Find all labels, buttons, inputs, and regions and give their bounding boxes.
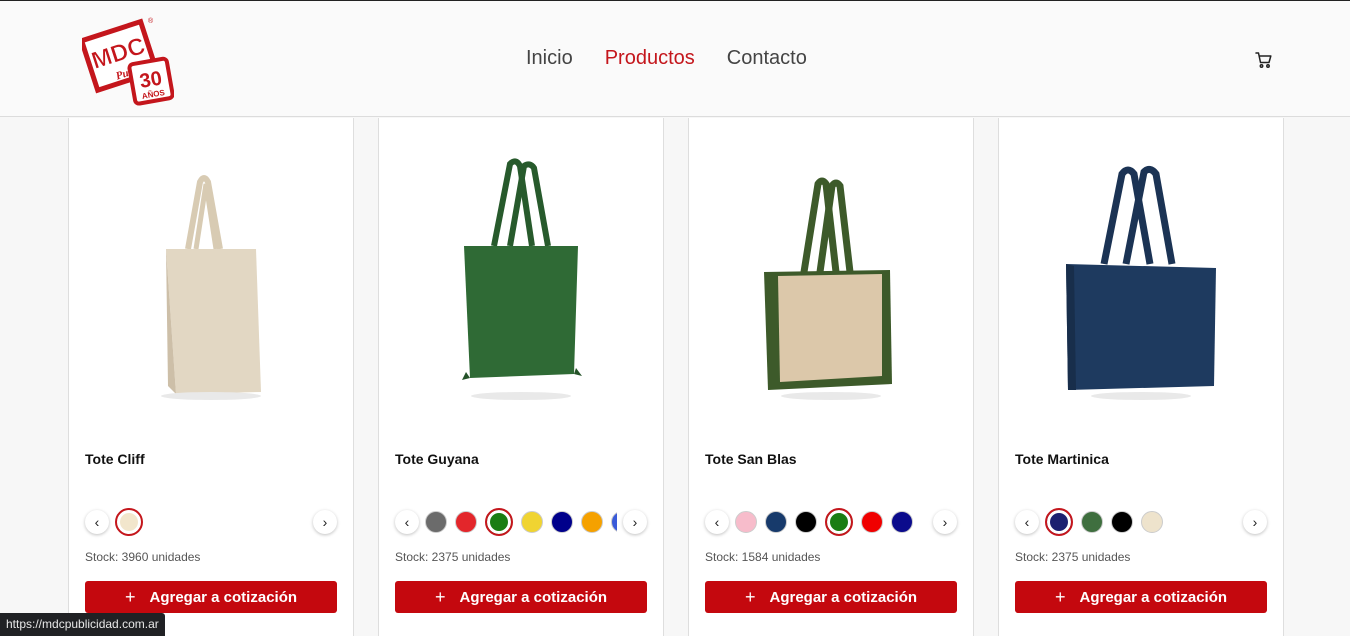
- product-image[interactable]: [69, 148, 353, 410]
- color-swatch[interactable]: [611, 511, 617, 533]
- nav-productos[interactable]: Productos: [605, 47, 695, 70]
- add-to-quote-button[interactable]: + Agregar a cotización: [1015, 581, 1267, 613]
- stock-text: Stock: 3960 unidades: [85, 550, 201, 564]
- color-swatches: [425, 508, 617, 536]
- plus-icon: +: [124, 586, 136, 607]
- add-to-quote-label: Agregar a cotización: [149, 588, 298, 606]
- product-image[interactable]: [379, 148, 663, 410]
- main-nav: Inicio Productos Contacto: [526, 47, 807, 70]
- color-swatches: [115, 508, 307, 536]
- product-card: Tote Martinica ‹ › Stock: 2375 unidades …: [998, 118, 1284, 636]
- product-card: Tote Cliff ‹ › Stock: 3960 unidades + Agr…: [68, 118, 354, 636]
- product-title[interactable]: Tote Martinica: [1015, 451, 1109, 467]
- color-swatch[interactable]: [1081, 511, 1103, 533]
- color-swatches: [1045, 508, 1237, 536]
- color-swatches: [735, 508, 927, 536]
- chevron-left-icon[interactable]: ‹: [1015, 510, 1039, 534]
- product-card: Tote San Blas ‹ › Stock: 1584 unidades +…: [688, 118, 974, 636]
- product-image[interactable]: [999, 148, 1283, 410]
- add-to-quote-label: Agregar a cotización: [459, 588, 608, 606]
- stock-text: Stock: 1584 unidades: [705, 550, 821, 564]
- cart-icon[interactable]: [1255, 51, 1273, 69]
- chevron-left-icon[interactable]: ‹: [85, 510, 109, 534]
- color-swatch[interactable]: [1111, 511, 1133, 533]
- stock-text: Stock: 2375 unidades: [395, 550, 511, 564]
- stock-text: Stock: 2375 unidades: [1015, 550, 1131, 564]
- color-swatch[interactable]: [425, 511, 447, 533]
- color-swatch[interactable]: [551, 511, 573, 533]
- add-to-quote-button[interactable]: + Agregar a cotización: [395, 581, 647, 613]
- color-swatch[interactable]: [795, 511, 817, 533]
- svg-text:®: ®: [148, 17, 154, 25]
- product-title[interactable]: Tote Cliff: [85, 451, 145, 467]
- color-swatch[interactable]: [891, 511, 913, 533]
- color-swatch[interactable]: [735, 511, 757, 533]
- color-swatch[interactable]: [485, 508, 513, 536]
- plus-icon: +: [434, 586, 446, 607]
- color-swatch[interactable]: [521, 511, 543, 533]
- product-title[interactable]: Tote San Blas: [705, 451, 797, 467]
- chevron-left-icon[interactable]: ‹: [395, 510, 419, 534]
- nav-inicio[interactable]: Inicio: [526, 47, 573, 70]
- color-swatch[interactable]: [115, 508, 143, 536]
- chevron-right-icon[interactable]: ›: [1243, 510, 1267, 534]
- add-to-quote-label: Agregar a cotización: [1079, 588, 1228, 606]
- color-swatch[interactable]: [581, 511, 603, 533]
- status-bar-url: https://mdcpublicidad.com.ar: [0, 613, 165, 636]
- add-to-quote-button[interactable]: + Agregar a cotización: [705, 581, 957, 613]
- chevron-right-icon[interactable]: ›: [933, 510, 957, 534]
- product-grid: Tote Cliff ‹ › Stock: 3960 unidades + Agr…: [0, 118, 1350, 636]
- color-swatch[interactable]: [455, 511, 477, 533]
- add-to-quote-label: Agregar a cotización: [769, 588, 918, 606]
- nav-contacto[interactable]: Contacto: [727, 47, 807, 70]
- mdc-logo[interactable]: MDC Publi 30 AÑOS ®: [78, 15, 175, 107]
- site-header: MDC Publi 30 AÑOS ® Inicio Productos Con…: [0, 1, 1350, 117]
- color-swatch[interactable]: [825, 508, 853, 536]
- product-card: Tote Guyana ‹ › Stock: 2375 unidades + Ag…: [378, 118, 664, 636]
- color-swatch[interactable]: [1045, 508, 1073, 536]
- product-title[interactable]: Tote Guyana: [395, 451, 479, 467]
- plus-icon: +: [744, 586, 756, 607]
- product-image[interactable]: [689, 148, 973, 410]
- color-swatch[interactable]: [861, 511, 883, 533]
- color-swatch[interactable]: [765, 511, 787, 533]
- chevron-right-icon[interactable]: ›: [313, 510, 337, 534]
- chevron-right-icon[interactable]: ›: [623, 510, 647, 534]
- plus-icon: +: [1054, 586, 1066, 607]
- color-swatch[interactable]: [1141, 511, 1163, 533]
- add-to-quote-button[interactable]: + Agregar a cotización: [85, 581, 337, 613]
- chevron-left-icon[interactable]: ‹: [705, 510, 729, 534]
